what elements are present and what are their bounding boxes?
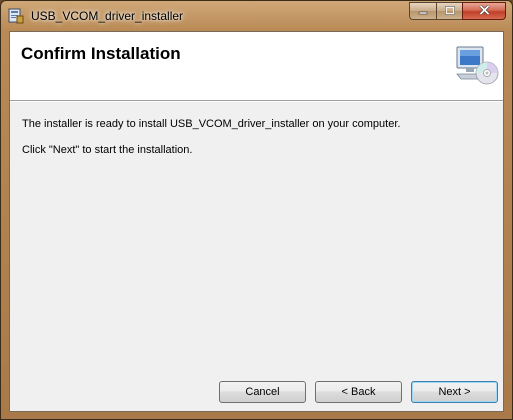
minimize-button[interactable] [409,2,436,20]
close-icon [478,2,490,20]
computer-cd-icon [455,44,499,88]
installer-window: USB_VCOM_driver_installer Confirm Instal… [0,0,513,420]
minimize-icon [418,2,428,20]
window-title: USB_VCOM_driver_installer [31,9,184,23]
instruction-message: Click "Next" to start the installation. [22,144,193,156]
header-banner: Confirm Installation [10,32,503,101]
dialog-client-area: Confirm Installation The installer is re… [9,31,504,412]
banner-divider [10,101,503,102]
caption-buttons [409,2,506,21]
title-bar[interactable]: USB_VCOM_driver_installer [1,1,512,31]
close-button[interactable] [462,2,506,20]
maximize-button[interactable] [436,2,462,20]
page-title: Confirm Installation [21,44,181,63]
ready-message: The installer is ready to install USB_VC… [22,118,401,130]
maximize-icon [444,2,455,20]
cancel-button[interactable]: Cancel [219,381,306,403]
installer-app-icon [8,7,24,24]
back-button[interactable]: < Back [315,381,402,403]
next-button[interactable]: Next > [411,381,498,403]
